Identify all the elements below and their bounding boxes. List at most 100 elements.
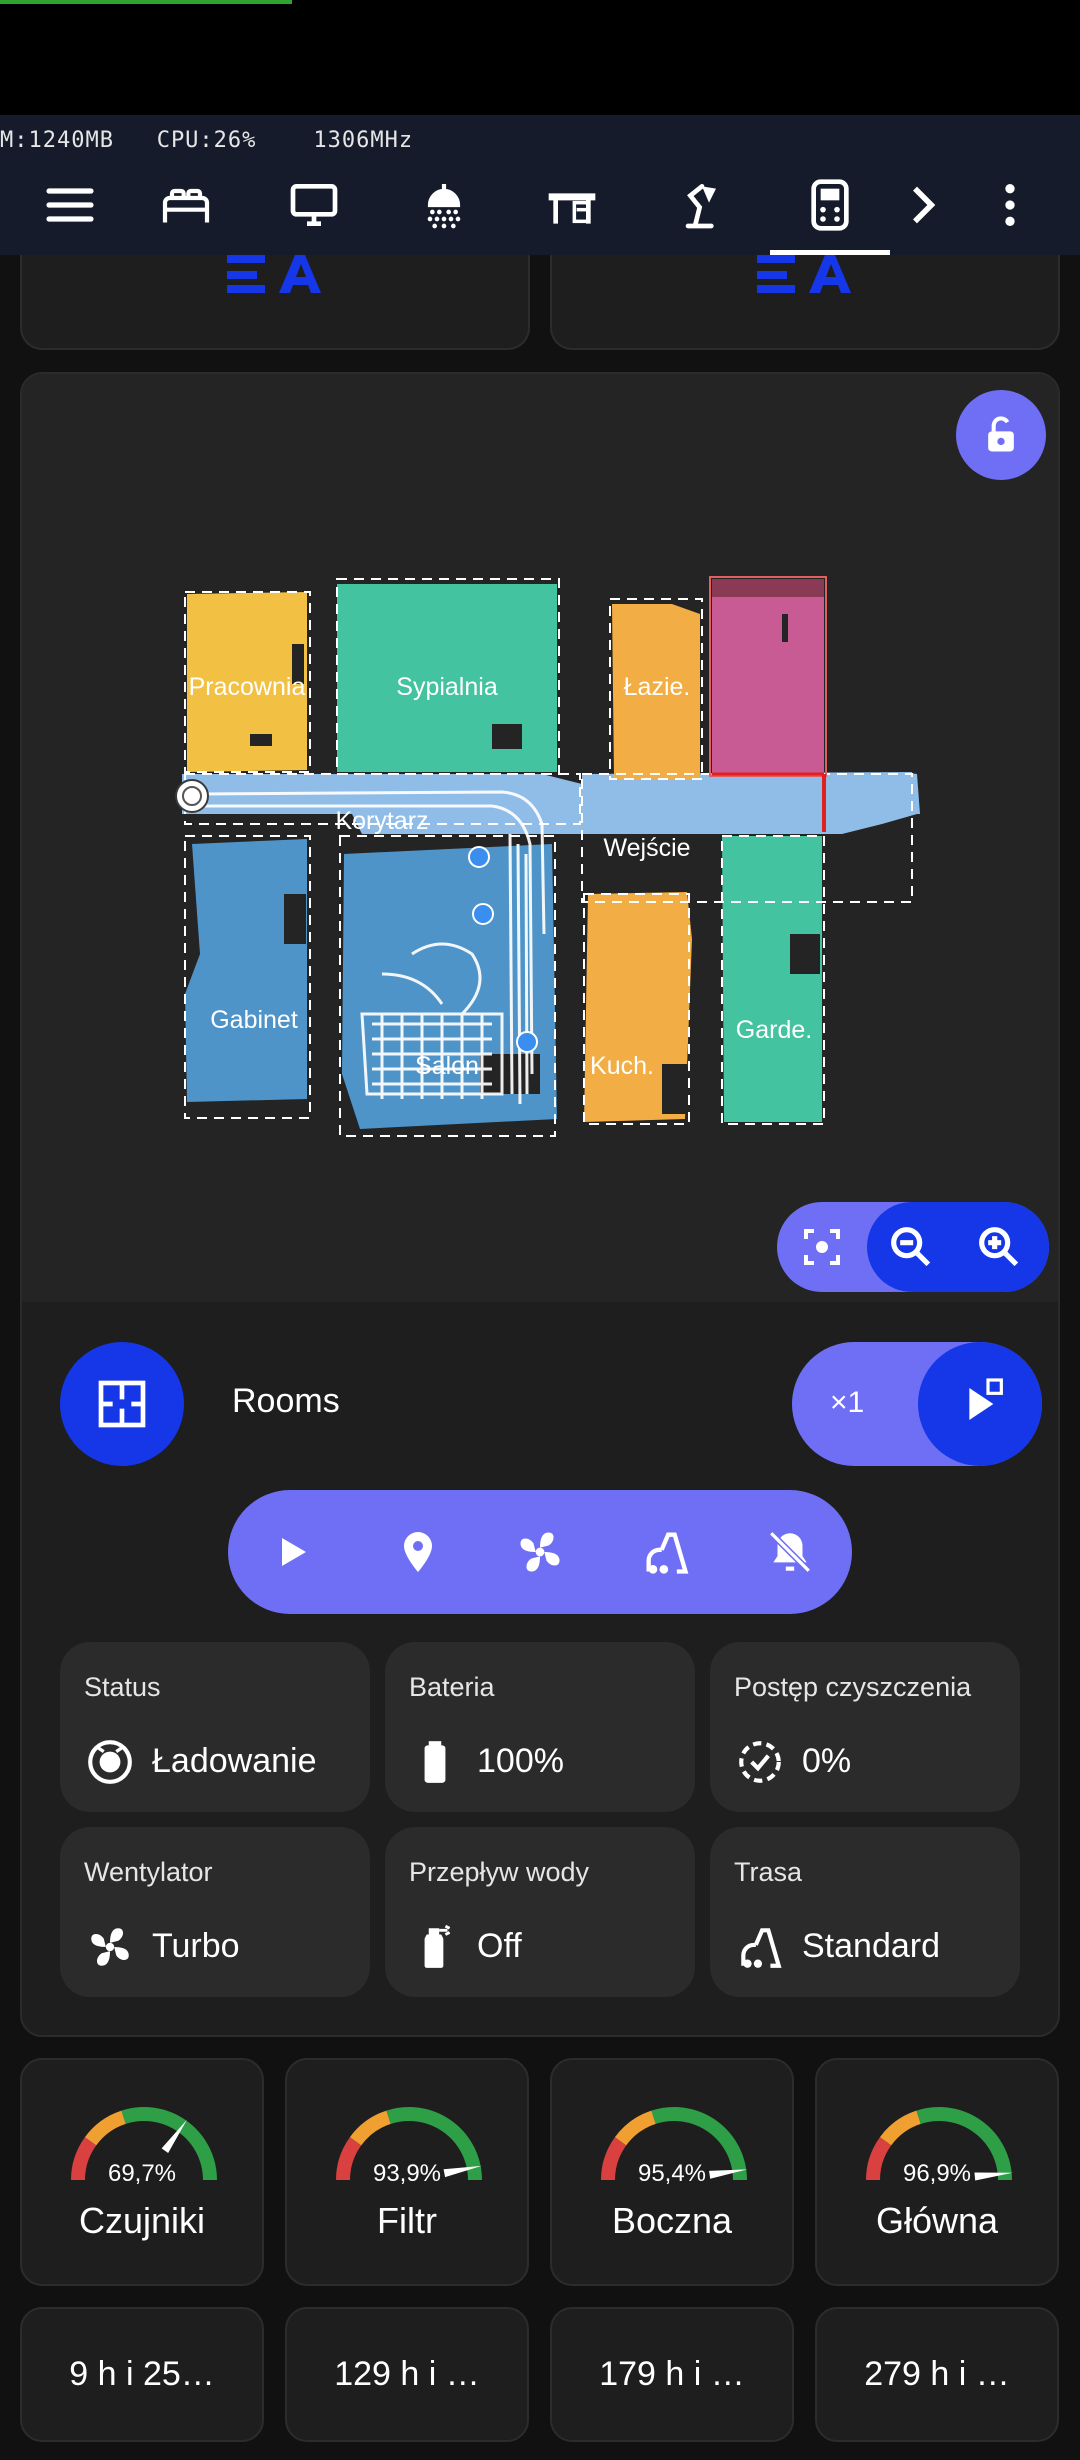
time-remaining: 9 h i 25… xyxy=(69,2355,215,2393)
tile-label: Wentylator xyxy=(84,1857,213,1887)
map-label-salon: Salon xyxy=(415,1052,479,1080)
room-garderoba xyxy=(722,836,822,1122)
zoom-out-icon[interactable] xyxy=(881,1217,941,1277)
loading-progress-bar xyxy=(0,0,292,4)
desk-icon[interactable] xyxy=(542,175,602,235)
robot-icon xyxy=(84,1736,136,1788)
tile-label: Status xyxy=(84,1672,161,1702)
tile-value: 100% xyxy=(477,1742,564,1780)
map-label-garderoba: Garde. xyxy=(736,1016,812,1044)
mode-row: Rooms ×1 xyxy=(60,1342,1042,1467)
fan-icon[interactable] xyxy=(510,1522,570,1582)
vacuum-icon[interactable] xyxy=(636,1522,696,1582)
gauge-segment xyxy=(614,2110,657,2146)
tile-status[interactable]: Status Ładowanie xyxy=(60,1642,370,1812)
tile-value: Off xyxy=(477,1927,522,1965)
gauge-label: Filtr xyxy=(377,2200,437,2241)
tile-label: Trasa xyxy=(734,1857,803,1887)
play-icon[interactable] xyxy=(262,1522,322,1582)
tile-label: Bateria xyxy=(409,1672,495,1702)
top-card-left[interactable] xyxy=(20,255,530,350)
charging-dock-icon[interactable] xyxy=(175,779,209,813)
map-label-wejscie: Wejście xyxy=(603,834,690,862)
zoom-in-icon[interactable] xyxy=(969,1217,1029,1277)
gauge-segment xyxy=(84,2110,127,2146)
repeat-count-button[interactable]: ×1 xyxy=(830,1386,864,1420)
gauge-card-sensors[interactable]: 69,7% Czujniki xyxy=(20,2058,264,2286)
system-info-text: M:1240MB CPU:26% 1306MHz xyxy=(0,128,414,153)
map-label-lazienka: Łazie. xyxy=(624,673,691,701)
time-remaining: 279 h i … xyxy=(864,2355,1010,2393)
vacuum-map[interactable]: Pracownia Sypialnia Łazie. Korytarz Wejś… xyxy=(22,374,1058,1302)
progress-check-icon xyxy=(734,1736,786,1788)
desk-lamp-icon[interactable] xyxy=(672,175,732,235)
tile-water-flow[interactable]: Przepływ wody Off xyxy=(385,1827,695,1997)
gauge-card-main-brush[interactable]: 96,9% Główna xyxy=(815,2058,1059,2286)
tile-cleaning-progress[interactable]: Postęp czyszczenia 0% xyxy=(710,1642,1020,1812)
time-card[interactable]: 9 h i 25… xyxy=(20,2307,264,2442)
fan-icon xyxy=(84,1921,136,1973)
floor-plan-icon[interactable] xyxy=(60,1342,184,1466)
chevron-right-icon[interactable] xyxy=(892,175,952,235)
action-bar xyxy=(228,1490,852,1614)
locate-off-icon[interactable] xyxy=(760,1522,820,1582)
gauge-card-filter[interactable]: 93,9% Filtr xyxy=(285,2058,529,2286)
tile-label: Przepływ wody xyxy=(409,1857,590,1887)
tile-value: Turbo xyxy=(152,1927,240,1965)
gauge-segment xyxy=(879,2110,922,2146)
robot-vacuum-icon[interactable] xyxy=(800,175,860,235)
top-card-right[interactable] xyxy=(550,255,1060,350)
map-label-kuchnia: Kuch. xyxy=(590,1052,654,1080)
time-card[interactable]: 279 h i … xyxy=(815,2307,1059,2442)
gauge-value: 93,9% xyxy=(372,2160,442,2187)
nav-tabs xyxy=(0,155,1080,255)
floor-plan[interactable]: Pracownia Sypialnia Łazie. Korytarz Wejś… xyxy=(22,374,1058,1302)
spray-bottle-icon xyxy=(409,1921,461,1973)
gauge-label: Główna xyxy=(875,2200,999,2241)
recenter-icon[interactable] xyxy=(792,1217,852,1277)
map-label-pracownia: Pracownia xyxy=(189,673,306,701)
room-pink xyxy=(712,579,824,774)
lock-open-icon[interactable] xyxy=(956,390,1046,480)
gauge-value: 96,9% xyxy=(902,2160,972,2187)
tile-fan[interactable]: Wentylator Turbo xyxy=(60,1827,370,1997)
map-label-sypialnia: Sypialnia xyxy=(396,673,498,701)
time-remaining: 129 h i … xyxy=(334,2355,480,2393)
map-label-korytarz: Korytarz xyxy=(335,807,428,835)
bed-icon[interactable] xyxy=(156,175,216,235)
more-vert-icon[interactable] xyxy=(980,175,1040,235)
app-bar: M:1240MB CPU:26% 1306MHz xyxy=(0,115,1080,255)
location-pin-icon[interactable] xyxy=(388,1522,448,1582)
repeat-start-group: ×1 xyxy=(792,1342,1042,1466)
room-gabinet xyxy=(185,839,307,1102)
gauge-card-side-brush[interactable]: 95,4% Boczna xyxy=(550,2058,794,2286)
tile-battery[interactable]: Bateria 100% xyxy=(385,1642,695,1812)
tile-route[interactable]: Trasa Standard xyxy=(710,1827,1020,1997)
gauge-value: 69,7% xyxy=(107,2160,177,2187)
battery-icon xyxy=(409,1736,461,1788)
room-wejscie xyxy=(582,772,917,834)
tile-value: Standard xyxy=(802,1927,940,1965)
gauge-label: Boczna xyxy=(611,2200,733,2241)
time-card[interactable]: 179 h i … xyxy=(550,2307,794,2442)
gauge-label: Czujniki xyxy=(78,2200,206,2241)
energy-class-logo xyxy=(227,255,321,293)
mode-label: Rooms xyxy=(232,1382,340,1420)
play-icon xyxy=(969,1378,1003,1420)
monitor-icon[interactable] xyxy=(284,175,344,235)
zoom-controls xyxy=(777,1202,1049,1292)
time-card[interactable]: 129 h i … xyxy=(285,2307,529,2442)
tile-label: Postęp czyszczenia xyxy=(734,1672,972,1702)
menu-icon[interactable] xyxy=(40,175,100,235)
time-remaining: 179 h i … xyxy=(599,2355,745,2393)
gauge-segment xyxy=(349,2110,392,2146)
start-rooms-button[interactable] xyxy=(918,1342,1042,1466)
tile-value: 0% xyxy=(802,1742,852,1780)
shower-icon[interactable] xyxy=(414,175,474,235)
gauge-value: 95,4% xyxy=(637,2160,707,2187)
system-status-bar xyxy=(0,0,1080,115)
energy-class-logo xyxy=(757,255,851,293)
map-label-gabinet: Gabinet xyxy=(210,1006,298,1034)
tile-value: Ładowanie xyxy=(152,1742,317,1780)
vacuum-icon xyxy=(734,1921,786,1973)
